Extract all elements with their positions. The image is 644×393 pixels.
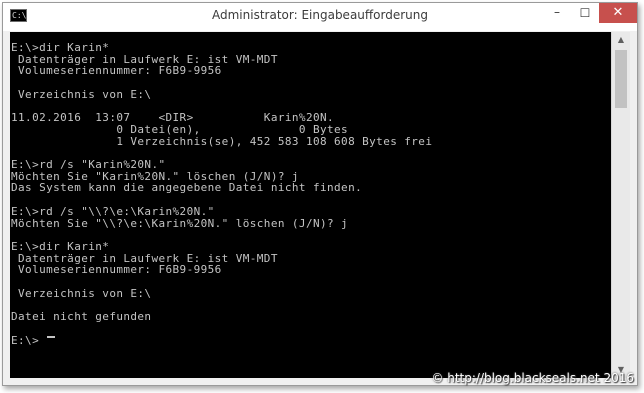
- console-line: Volumeseriennummer: F6B9-9956: [11, 263, 222, 277]
- console-line: Verzeichnis von E:\: [11, 286, 152, 300]
- console-line: E:\>: [11, 333, 40, 347]
- copyright-watermark: © http://blog.blackseals.net 2016: [431, 371, 634, 385]
- console-line: Möchten Sie "\\?\e:\Karin%20N." löschen …: [11, 216, 349, 230]
- console-line: Volumeseriennummer: F6B9-9956: [11, 64, 222, 78]
- maximize-button[interactable]: ☐: [571, 3, 599, 23]
- scroll-up-arrow-icon[interactable]: ▲: [612, 32, 630, 48]
- console-output[interactable]: E:\>dir Karin* Datenträger in Laufwerk E…: [10, 32, 611, 378]
- text-cursor: [47, 336, 55, 338]
- scrollbar-thumb[interactable]: [615, 50, 627, 108]
- console-line: 1 Verzeichnis(se), 452 583 108 608 Bytes…: [11, 134, 433, 148]
- close-button[interactable]: ✕: [599, 3, 637, 23]
- console-line: E:\>rd /s "\\?\e:\Karin%20N.": [11, 204, 215, 218]
- console-line: Verzeichnis von E:\: [11, 87, 152, 101]
- cmd-window: C:\ Administrator: Eingabeaufforderung –…: [2, 2, 638, 386]
- screenshot-frame: C:\ Administrator: Eingabeaufforderung –…: [0, 0, 644, 393]
- vertical-scrollbar[interactable]: ▲ ▼: [611, 32, 630, 378]
- minimize-button[interactable]: –: [543, 3, 571, 23]
- console-line: Datei nicht gefunden: [11, 310, 152, 324]
- window-title: Administrator: Eingabeaufforderung: [212, 8, 428, 22]
- title-bar[interactable]: C:\ Administrator: Eingabeaufforderung –…: [3, 3, 637, 31]
- console-line: Das System kann die angegebene Datei nic…: [11, 181, 363, 195]
